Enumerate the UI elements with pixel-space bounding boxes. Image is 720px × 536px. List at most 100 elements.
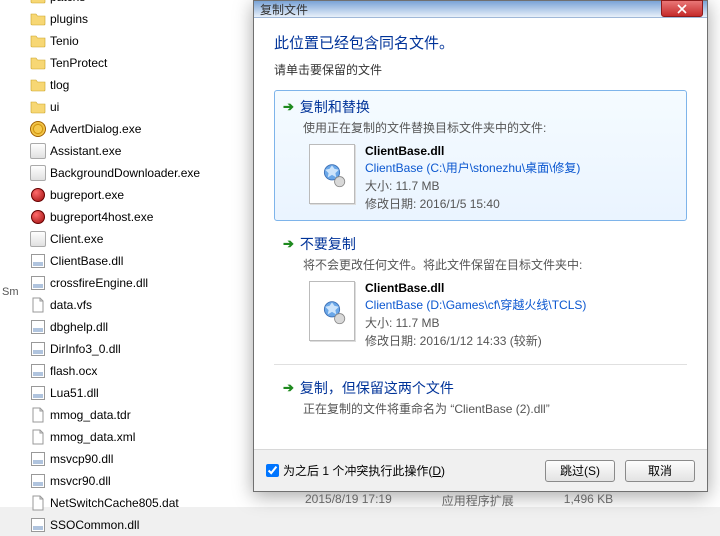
apply-to-all-checkbox[interactable]: 为之后 1 个冲突执行此操作(D) bbox=[266, 462, 445, 479]
file-item[interactable]: Tenio bbox=[28, 30, 258, 52]
file-item[interactable]: TenProtect bbox=[28, 52, 258, 74]
file-icon bbox=[30, 297, 46, 313]
dll-file-icon bbox=[309, 281, 355, 341]
dialog-titlebar[interactable]: 复制文件 bbox=[254, 1, 707, 18]
file-item[interactable]: AdvertDialog.exe bbox=[28, 118, 258, 140]
dll-icon bbox=[30, 451, 46, 467]
copy-conflict-dialog: 复制文件 此位置已经包含同名文件。 请单击要保留的文件 ➔ 复制和替换 使用正在… bbox=[253, 0, 708, 492]
bug-icon bbox=[30, 187, 46, 203]
file-label: patcns bbox=[50, 0, 85, 4]
option-title: 复制，但保留这两个文件 bbox=[300, 378, 454, 398]
option-title: 复制和替换 bbox=[300, 97, 370, 117]
file-item[interactable]: Client.exe bbox=[28, 228, 258, 250]
file-item[interactable]: bugreport4host.exe bbox=[28, 206, 258, 228]
dll-icon bbox=[30, 473, 46, 489]
file-icon bbox=[30, 407, 46, 423]
dialog-subhead: 请单击要保留的文件 bbox=[274, 61, 687, 78]
file-item[interactable]: mmog_data.xml bbox=[28, 426, 258, 448]
dll-icon bbox=[30, 385, 46, 401]
file-name: ClientBase.dll bbox=[365, 144, 580, 158]
file-label: bugreport4host.exe bbox=[50, 210, 153, 224]
file-label: mmog_data.xml bbox=[50, 430, 135, 444]
checkbox-label: 为之后 1 个冲突执行此操作(D) bbox=[283, 462, 445, 479]
file-item[interactable]: DirInfo3_0.dll bbox=[28, 338, 258, 360]
skip-button[interactable]: 跳过(S) bbox=[545, 460, 615, 482]
file-item[interactable]: plugins bbox=[28, 8, 258, 30]
status-type: 应用程序扩展 bbox=[442, 492, 514, 509]
file-item[interactable]: crossfireEngine.dll bbox=[28, 272, 258, 294]
divider bbox=[274, 364, 687, 365]
file-item[interactable]: NetSwitchCache805.dat bbox=[28, 492, 258, 514]
file-item[interactable]: msvcr90.dll bbox=[28, 470, 258, 492]
dll-icon bbox=[30, 517, 46, 533]
close-button[interactable] bbox=[661, 0, 703, 17]
file-label: mmog_data.tdr bbox=[50, 408, 131, 422]
file-item[interactable]: dbghelp.dll bbox=[28, 316, 258, 338]
dialog-headline: 此位置已经包含同名文件。 bbox=[274, 32, 687, 53]
file-item[interactable]: ui bbox=[28, 96, 258, 118]
cancel-button[interactable]: 取消 bbox=[625, 460, 695, 482]
option-keep-both[interactable]: ➔ 复制，但保留这两个文件 正在复制的文件将重命名为 “ClientBase (… bbox=[274, 371, 687, 426]
arrow-icon: ➔ bbox=[283, 380, 294, 396]
file-item[interactable]: Lua51.dll bbox=[28, 382, 258, 404]
apply-to-all-input[interactable] bbox=[266, 464, 279, 477]
dll-file-icon bbox=[309, 144, 355, 204]
file-label: Assistant.exe bbox=[50, 144, 121, 158]
file-path: ClientBase (C:\用户\stonezhu\桌面\修复) bbox=[365, 159, 580, 176]
file-item[interactable]: data.vfs bbox=[28, 294, 258, 316]
file-item[interactable]: Assistant.exe bbox=[28, 140, 258, 162]
dialog-footer: 为之后 1 个冲突执行此操作(D) 跳过(S) 取消 bbox=[254, 449, 707, 491]
file-icon bbox=[30, 429, 46, 445]
file-item[interactable]: bugreport.exe bbox=[28, 184, 258, 206]
file-path: ClientBase (D:\Games\cf\穿越火线\TCLS) bbox=[365, 296, 586, 313]
dialog-title: 复制文件 bbox=[260, 1, 308, 18]
bug-icon bbox=[30, 209, 46, 225]
file-date: 修改日期: 2016/1/5 15:40 bbox=[365, 195, 580, 212]
file-item[interactable]: flash.ocx bbox=[28, 360, 258, 382]
dll-icon bbox=[30, 319, 46, 335]
app-icon bbox=[30, 143, 46, 159]
file-label: Tenio bbox=[50, 34, 79, 48]
file-item[interactable]: SSOCommon.dll bbox=[28, 514, 258, 536]
file-label: Client.exe bbox=[50, 232, 103, 246]
dll-icon bbox=[30, 253, 46, 269]
option-dont-copy[interactable]: ➔ 不要复制 将不会更改任何文件。将此文件保留在目标文件夹中: ClientBa… bbox=[274, 227, 687, 358]
file-label: ClientBase.dll bbox=[50, 254, 123, 268]
gear-icon bbox=[30, 121, 46, 137]
source-file-meta: ClientBase.dll ClientBase (C:\用户\stonezh… bbox=[365, 144, 580, 212]
file-label: data.vfs bbox=[50, 298, 92, 312]
file-item[interactable]: tlog bbox=[28, 74, 258, 96]
file-label: bugreport.exe bbox=[50, 188, 124, 202]
file-list: patcns plugins Tenio TenProtect tlog ui Advert… bbox=[28, 0, 258, 536]
file-label: dbghelp.dll bbox=[50, 320, 108, 334]
file-label: TenProtect bbox=[50, 56, 107, 70]
app-icon bbox=[30, 231, 46, 247]
file-label: tlog bbox=[50, 78, 69, 92]
dest-file-meta: ClientBase.dll ClientBase (D:\Games\cf\穿… bbox=[365, 281, 586, 349]
file-label: flash.ocx bbox=[50, 364, 97, 378]
folder-icon bbox=[30, 33, 46, 49]
file-item[interactable]: ClientBase.dll bbox=[28, 250, 258, 272]
file-item[interactable]: msvcp90.dll bbox=[28, 448, 258, 470]
folder-icon bbox=[30, 0, 46, 5]
file-size: 大小: 11.7 MB bbox=[365, 177, 580, 194]
arrow-icon: ➔ bbox=[283, 236, 294, 252]
file-label: msvcr90.dll bbox=[50, 474, 111, 488]
file-label: DirInfo3_0.dll bbox=[50, 342, 121, 356]
file-icon bbox=[30, 495, 46, 511]
file-label: AdvertDialog.exe bbox=[50, 122, 141, 136]
folder-icon bbox=[30, 55, 46, 71]
file-item[interactable]: mmog_data.tdr bbox=[28, 404, 258, 426]
option-copy-replace[interactable]: ➔ 复制和替换 使用正在复制的文件替换目标文件夹中的文件: ClientBase… bbox=[274, 90, 687, 221]
file-item[interactable]: patcns bbox=[28, 0, 258, 8]
arrow-icon: ➔ bbox=[283, 99, 294, 115]
file-name: ClientBase.dll bbox=[365, 281, 586, 295]
file-label: Lua51.dll bbox=[50, 386, 99, 400]
scroll-indicator: Sm bbox=[2, 286, 19, 298]
file-item[interactable]: BackgroundDownloader.exe bbox=[28, 162, 258, 184]
folder-icon bbox=[30, 11, 46, 27]
file-label: msvcp90.dll bbox=[50, 452, 113, 466]
status-row: 2015/8/19 17:19 应用程序扩展 1,496 KB bbox=[305, 492, 613, 509]
option-subtitle: 使用正在复制的文件替换目标文件夹中的文件: bbox=[303, 119, 678, 136]
file-label: crossfireEngine.dll bbox=[50, 276, 148, 290]
